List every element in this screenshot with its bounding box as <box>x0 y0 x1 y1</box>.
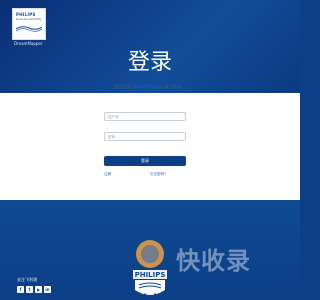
header-banner: PHILIPS sense and simplicity DreamMapper… <box>0 0 300 93</box>
product-name: DreamMapper <box>14 41 43 46</box>
twitter-icon[interactable]: t <box>26 286 33 293</box>
svg-text:✦: ✦ <box>143 292 147 298</box>
philips-logo[interactable]: PHILIPS sense and simplicity <box>12 8 46 40</box>
philips-shield-icon: PHILIPS ✦ ✦ <box>133 240 167 298</box>
facebook-icon[interactable]: f <box>17 286 24 293</box>
forgot-password-link[interactable]: 忘记密码? <box>150 172 166 177</box>
watermark-text: 快收录 <box>176 247 251 275</box>
svg-text:✦: ✦ <box>153 292 157 298</box>
register-link[interactable]: 注册 <box>104 172 111 177</box>
logo-wave-icon <box>16 26 42 32</box>
logo-wordmark: PHILIPS <box>16 12 36 17</box>
youtube-icon[interactable]: ▶ <box>35 286 42 293</box>
subtitle-prefix: 使用您的 <box>114 84 133 89</box>
username-input[interactable] <box>104 112 186 121</box>
password-input[interactable] <box>104 132 186 141</box>
login-panel <box>0 93 300 200</box>
subtitle-brand: DreamMapper <box>132 84 163 89</box>
login-button[interactable]: 登录 <box>104 156 186 166</box>
shield-wordmark: PHILIPS <box>135 271 166 279</box>
logo-tagline: sense and simplicity <box>16 18 42 21</box>
subtitle-suffix: 帐户登录。 <box>162 84 186 89</box>
page-title: 登录 <box>127 50 172 75</box>
follow-label: 关注飞利浦 <box>17 277 37 282</box>
login-subtitle: 使用您的 DreamMapper 帐户登录。 <box>0 84 300 90</box>
footer: PHILIPS ✦ ✦ 快收录 关注飞利浦 f t ▶ in <box>0 200 300 300</box>
linkedin-icon[interactable]: in <box>44 286 51 293</box>
